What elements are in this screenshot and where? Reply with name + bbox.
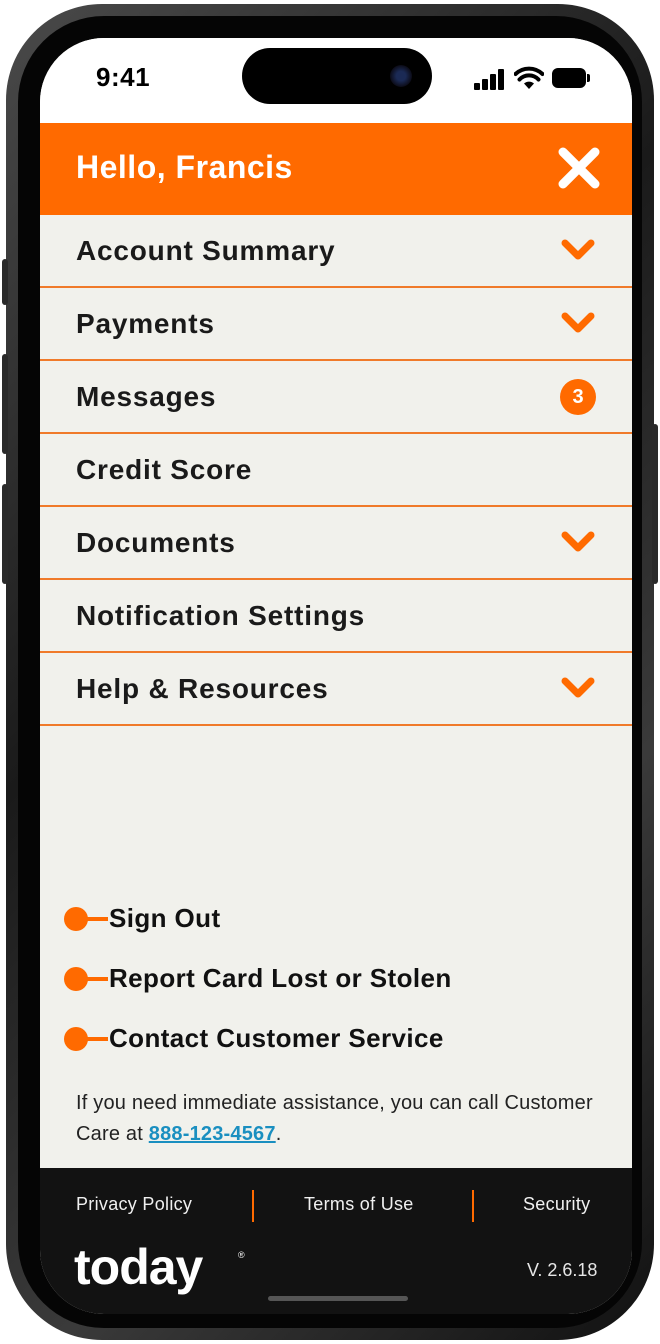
menu-item-label: Messages [76,381,217,412]
status-time: 9:41 [96,62,151,92]
menu-item-label: Account Summary [76,235,336,266]
screen: 9:41 Hello, Francis Account Summary Paym… [40,38,632,1314]
terms-of-use-link[interactable]: Terms of Use [304,1194,414,1215]
menu-item-label: Notification Settings [76,600,366,631]
bullet-line [84,977,108,981]
contact-customer-service-link[interactable]: Contact Customer Service [64,1018,624,1078]
link-label: Contact Customer Service [109,1023,444,1053]
brand-logo: today [74,1239,203,1295]
chevron-down-icon [561,312,595,333]
sign-out-link[interactable]: Sign Out [64,898,624,958]
menu-item-documents[interactable]: Documents [40,507,632,580]
wifi-icon [514,66,544,89]
link-label: Sign Out [109,903,221,933]
privacy-policy-link[interactable]: Privacy Policy [76,1194,192,1215]
menu-item-label: Documents [76,527,236,558]
main-menu: Account Summary Payments Messages 3 Cred… [40,215,632,726]
menu-item-label: Credit Score [76,454,253,485]
close-icon[interactable] [556,145,602,191]
assistance-text: If you need immediate assistance, you ca… [76,1088,596,1150]
menu-item-label: Payments [76,308,215,339]
registered-mark: ® [238,1250,245,1260]
menu-item-help-resources[interactable]: Help & Resources [40,653,632,726]
camera-icon [390,65,412,87]
link-label: Report Card Lost or Stolen [109,963,452,993]
status-bar: 9:41 [40,38,632,123]
menu-item-notification-settings[interactable]: Notification Settings [40,580,632,653]
phone-link[interactable]: 888-123-4567 [149,1123,276,1145]
cellular-signal-icon [474,68,506,90]
security-link[interactable]: Security [523,1194,590,1215]
power-button [652,424,658,584]
assistance-text-end: . [275,1123,282,1145]
phone-frame: 9:41 Hello, Francis Account Summary Paym… [2,4,658,1340]
chevron-down-icon [561,531,595,552]
report-card-lost-link[interactable]: Report Card Lost or Stolen [64,958,624,1018]
footer-divider [252,1190,254,1222]
bullet-line [84,1037,108,1041]
app-version: V. 2.6.18 [527,1260,598,1280]
menu-item-account-summary[interactable]: Account Summary [40,215,632,288]
action-button [2,259,8,305]
greeting: Hello, Francis [76,149,293,185]
volume-down-button [2,484,8,584]
footer-divider [472,1190,474,1222]
volume-up-button [2,354,8,454]
battery-icon [552,68,590,88]
menu-item-label: Help & Resources [76,673,329,704]
quick-links: Sign Out Report Card Lost or Stolen Cont… [64,898,624,1078]
chevron-down-icon [561,239,595,260]
menu-header: Hello, Francis [40,123,632,215]
menu-item-credit-score[interactable]: Credit Score [40,434,632,507]
menu-item-payments[interactable]: Payments [40,288,632,361]
unread-count-badge: 3 [560,379,596,415]
home-indicator [268,1296,408,1301]
bullet-line [84,917,108,921]
footer: Privacy Policy Terms of Use Security tod… [40,1168,632,1314]
chevron-down-icon [561,677,595,698]
menu-item-messages[interactable]: Messages 3 [40,361,632,434]
